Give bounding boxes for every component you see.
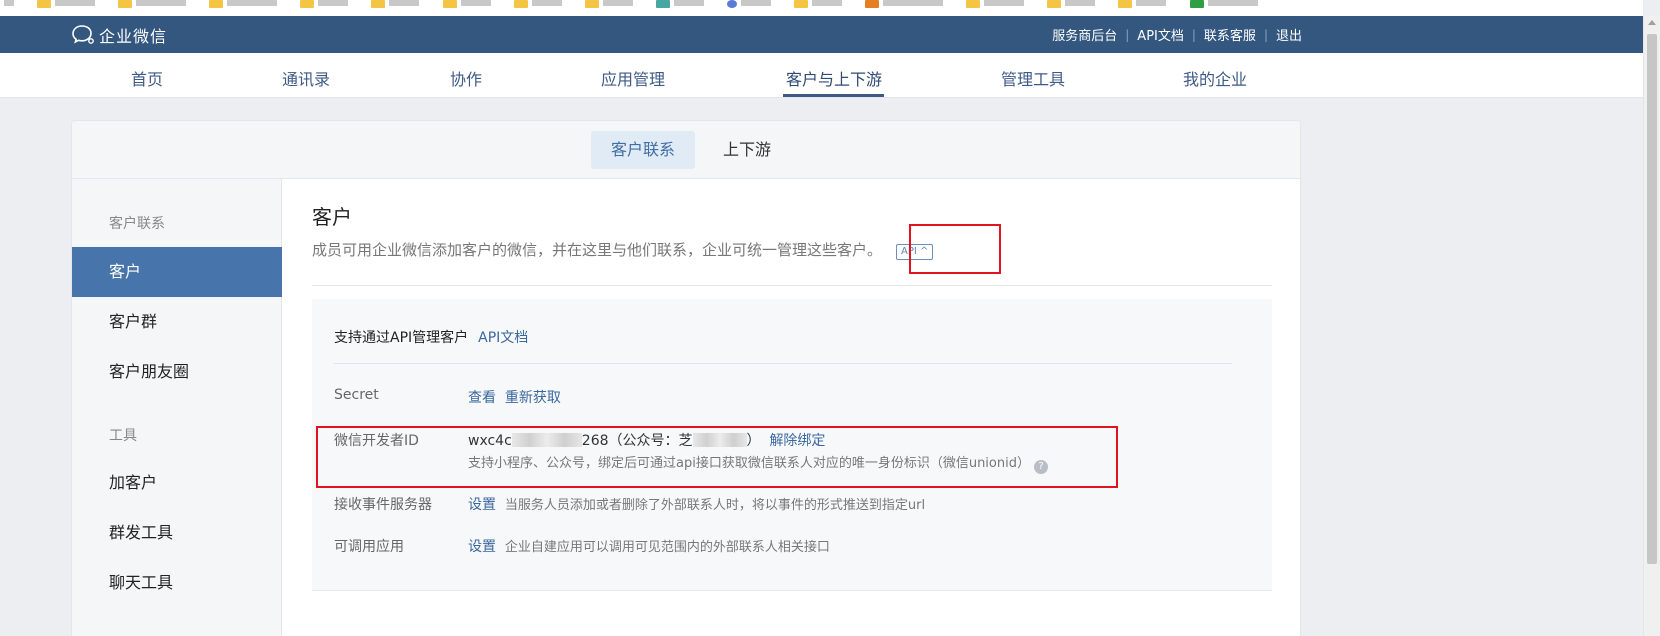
callable-apps-note: 企业自建应用可以调用可见范围内的外部联系人相关接口 bbox=[504, 540, 830, 555]
nav-collaboration[interactable]: 协作 bbox=[450, 66, 482, 90]
wecom-logo-icon bbox=[72, 25, 94, 44]
scroll-thumb[interactable] bbox=[1647, 34, 1657, 564]
api-docs-link[interactable]: API文档 bbox=[1129, 25, 1192, 44]
bookmarks-bar bbox=[0, 0, 1643, 16]
callable-apps-settings-link[interactable]: 设置 bbox=[468, 539, 496, 555]
main-card: 客户联系 上下游 客户联系 客户 客户群 客户朋友圈 工具 加客户 群发工具 聊… bbox=[71, 120, 1301, 636]
secret-actions: 查看 重新获取 bbox=[468, 387, 561, 407]
callable-apps-value: 设置 企业自建应用可以调用可见范围内的外部联系人相关接口 bbox=[468, 536, 830, 556]
service-provider-link[interactable]: 服务商后台 bbox=[1044, 25, 1125, 44]
logo-text: 企业微信 bbox=[99, 27, 168, 46]
sidebar-group-tools: 工具 bbox=[109, 428, 137, 444]
api-doc-link[interactable]: API文档 bbox=[478, 330, 528, 346]
page-title: 客户 bbox=[312, 205, 352, 229]
event-server-note: 当服务人员添加或者删除了外部联系人时，将以事件的形式推送到指定url bbox=[504, 498, 926, 513]
nav-home[interactable]: 首页 bbox=[131, 66, 163, 90]
highlight-box-api bbox=[909, 224, 1001, 274]
page-scrollbar[interactable] bbox=[1643, 16, 1660, 636]
event-server-label: 接收事件服务器 bbox=[334, 497, 432, 513]
tab-upstream-downstream[interactable]: 上下游 bbox=[703, 131, 791, 169]
contact-support-link[interactable]: 联系客服 bbox=[1196, 25, 1264, 44]
callable-apps-label: 可调用应用 bbox=[334, 539, 404, 555]
nav-customers-upstream[interactable]: 客户与上下游 bbox=[786, 66, 882, 90]
top-header: 企业微信 服务商后台 | API文档 | 联系客服 | 退出 bbox=[0, 16, 1643, 53]
scroll-up-arrow-icon[interactable] bbox=[1648, 20, 1656, 25]
view-secret-link[interactable]: 查看 bbox=[468, 390, 496, 406]
sidebar-item-customers[interactable]: 客户 bbox=[72, 247, 282, 297]
divider bbox=[312, 285, 1272, 286]
tab-customer-contact[interactable]: 客户联系 bbox=[591, 131, 696, 169]
sidebar-item-chat-tool[interactable]: 聊天工具 bbox=[72, 558, 282, 608]
event-server-settings-link[interactable]: 设置 bbox=[468, 497, 496, 513]
event-server-value: 设置 当服务人员添加或者删除了外部联系人时，将以事件的形式推送到指定url bbox=[468, 494, 925, 514]
sidebar-item-broadcast-tool[interactable]: 群发工具 bbox=[72, 508, 282, 558]
api-panel-heading-text: 支持通过API管理客户 bbox=[334, 330, 469, 346]
page-description: 成员可用企业微信添加客户的微信，并在这里与他们联系，企业可统一管理这些客户。 AP… bbox=[312, 239, 934, 260]
top-links: 服务商后台 | API文档 | 联系客服 | 退出 bbox=[1044, 25, 1310, 45]
sidebar-item-moments[interactable]: 客户朋友圈 bbox=[72, 347, 282, 397]
secret-label: Secret bbox=[334, 387, 379, 403]
sidebar-item-customer-groups[interactable]: 客户群 bbox=[72, 297, 282, 347]
sidebar-group-customer-contact: 客户联系 bbox=[109, 216, 165, 232]
divider bbox=[334, 363, 1232, 364]
refresh-secret-link[interactable]: 重新获取 bbox=[505, 390, 561, 406]
nav-active-indicator bbox=[783, 94, 884, 97]
nav-my-enterprise[interactable]: 我的企业 bbox=[1183, 66, 1247, 90]
subtab-bar: 客户联系 上下游 bbox=[72, 121, 1300, 179]
wecom-logo[interactable]: 企业微信 bbox=[71, 23, 167, 47]
description-text: 成员可用企业微信添加客户的微信，并在这里与他们联系，企业可统一管理这些客户。 bbox=[312, 241, 883, 259]
sidebar-item-add-customer[interactable]: 加客户 bbox=[72, 458, 282, 508]
logout-link[interactable]: 退出 bbox=[1268, 25, 1310, 44]
highlight-box-developer-id bbox=[316, 426, 1118, 488]
sidebar: 客户联系 客户 客户群 客户朋友圈 工具 加客户 群发工具 聊天工具 bbox=[72, 179, 282, 636]
nav-contacts[interactable]: 通讯录 bbox=[282, 66, 330, 90]
nav-app-management[interactable]: 应用管理 bbox=[601, 66, 665, 90]
main-nav: 首页 通讯录 协作 应用管理 客户与上下游 管理工具 我的企业 bbox=[0, 53, 1643, 98]
api-panel-heading: 支持通过API管理客户 API文档 bbox=[334, 327, 528, 347]
nav-admin-tools[interactable]: 管理工具 bbox=[1001, 66, 1065, 90]
